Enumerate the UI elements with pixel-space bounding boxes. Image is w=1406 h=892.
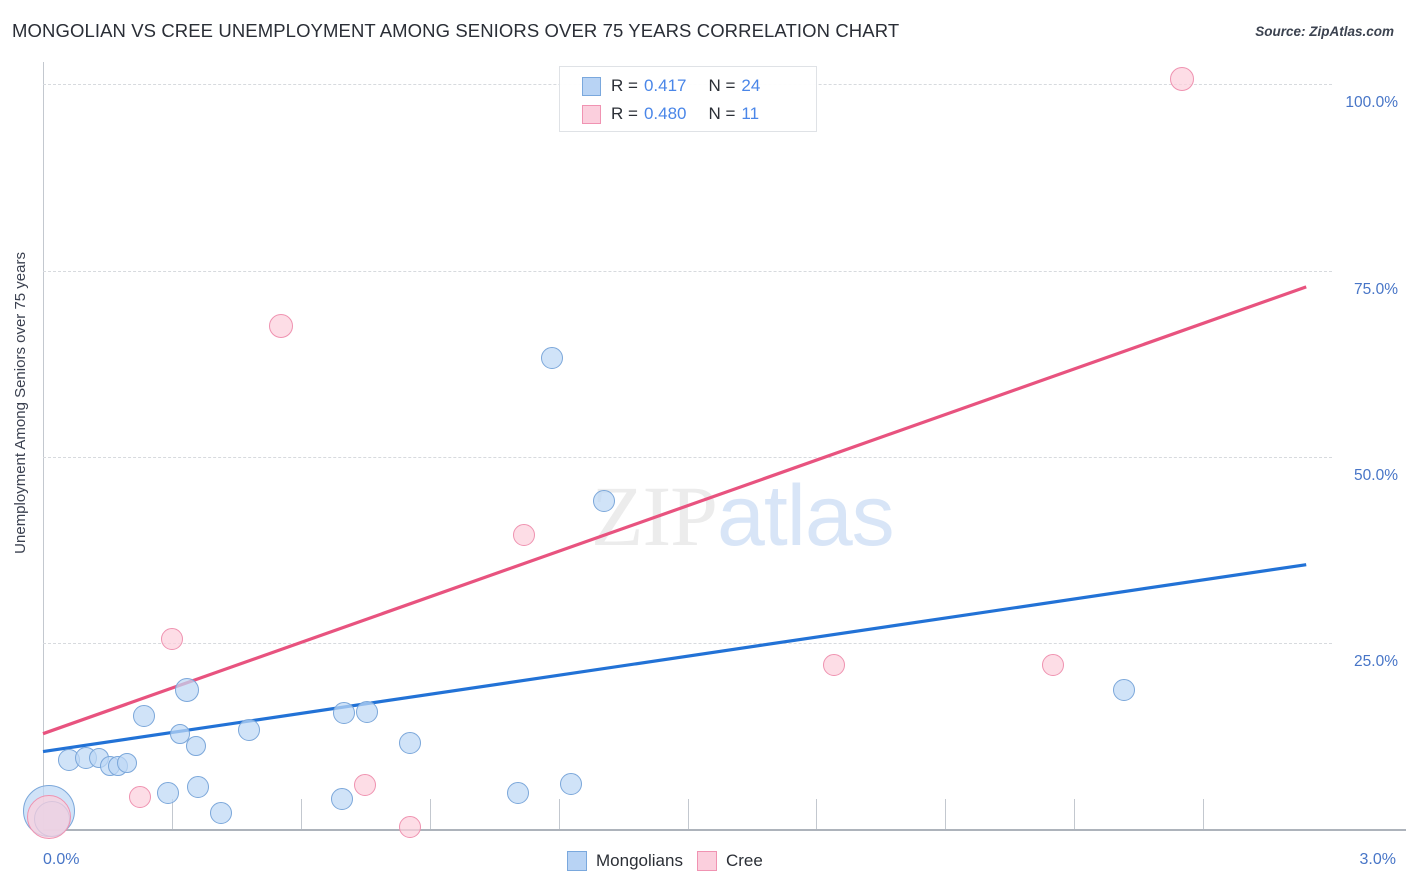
legend-label-mongolians: Mongolians — [596, 851, 683, 870]
y-axis-tick-label: 75.0% — [1354, 280, 1398, 298]
legend-item-cree[interactable]: Cree — [696, 851, 763, 871]
data-point-cree[interactable] — [128, 785, 151, 808]
data-point-cree[interactable] — [513, 523, 536, 546]
data-point-cree[interactable] — [27, 795, 72, 840]
trend-line-mongolians — [42, 563, 1307, 754]
trend-line-cree — [42, 285, 1307, 736]
data-point-cree[interactable] — [1041, 654, 1064, 677]
stats-row-mongolians: R = 0.417 N = 24 — [582, 72, 816, 100]
n-value-mongolians: 24 — [741, 76, 761, 95]
data-point-mongolians[interactable] — [185, 735, 206, 756]
y-axis-tick-label: 25.0% — [1354, 652, 1398, 670]
n-label-mongolians: N = — [708, 76, 736, 95]
trend-lines — [42, 285, 1307, 754]
r-label-mongolians: R = — [611, 76, 638, 95]
n-label-cree: N = — [708, 104, 736, 123]
data-point-mongolians[interactable] — [506, 782, 529, 805]
swatch-mongolians-icon — [582, 76, 601, 96]
data-point-cree[interactable] — [822, 654, 845, 677]
legend-label-cree: Cree — [725, 851, 763, 870]
y-axis-tick-label: 50.0% — [1354, 466, 1398, 484]
y-axis-tick-label: 100.0% — [1345, 94, 1398, 112]
y-axis-title: Unemployment Among Seniors over 75 years — [12, 252, 29, 554]
r-value-cree: 0.480 — [643, 104, 687, 123]
swatch-cree-icon — [582, 104, 601, 124]
data-point-mongolians[interactable] — [186, 776, 209, 799]
data-point-mongolians[interactable] — [156, 782, 179, 805]
data-point-mongolians[interactable] — [332, 701, 355, 724]
data-point-mongolians[interactable] — [174, 677, 199, 702]
data-point-cree[interactable] — [160, 628, 183, 651]
data-point-mongolians[interactable] — [541, 346, 564, 369]
correlation-stats-legend: R = 0.417 N = 24 R = 0.480 N = 11 — [559, 66, 817, 132]
stats-row-cree: R = 0.480 N = 11 — [582, 100, 816, 128]
data-point-cree[interactable] — [399, 815, 422, 838]
x-axis-max-label: 3.0% — [1359, 851, 1396, 868]
chart-page: MONGOLIAN VS CREE UNEMPLOYMENT AMONG SEN… — [0, 0, 1406, 892]
data-point-cree[interactable] — [1169, 67, 1194, 92]
x-axis-line — [43, 829, 1406, 831]
n-value-cree: 11 — [741, 104, 760, 123]
legend-item-mongolians[interactable]: Mongolians — [567, 851, 683, 871]
source-label: Source: ZipAtlas.com — [1255, 24, 1394, 39]
page-title: MONGOLIAN VS CREE UNEMPLOYMENT AMONG SEN… — [12, 20, 900, 41]
r-label-cree: R = — [611, 104, 638, 123]
data-point-mongolians[interactable] — [592, 490, 615, 513]
data-point-mongolians[interactable] — [330, 788, 353, 811]
x-axis-min-label: 0.0% — [43, 851, 80, 868]
legend-swatch-mongolians-icon — [567, 851, 587, 871]
plot-area: ZIPatlas — [23, 62, 1332, 840]
legend-swatch-cree-icon — [696, 851, 717, 871]
r-value-mongolians: 0.417 — [643, 76, 687, 95]
data-point-mongolians[interactable] — [132, 704, 155, 727]
data-point-mongolians[interactable] — [1112, 679, 1135, 702]
series-legend: Mongolians Cree — [567, 851, 763, 871]
